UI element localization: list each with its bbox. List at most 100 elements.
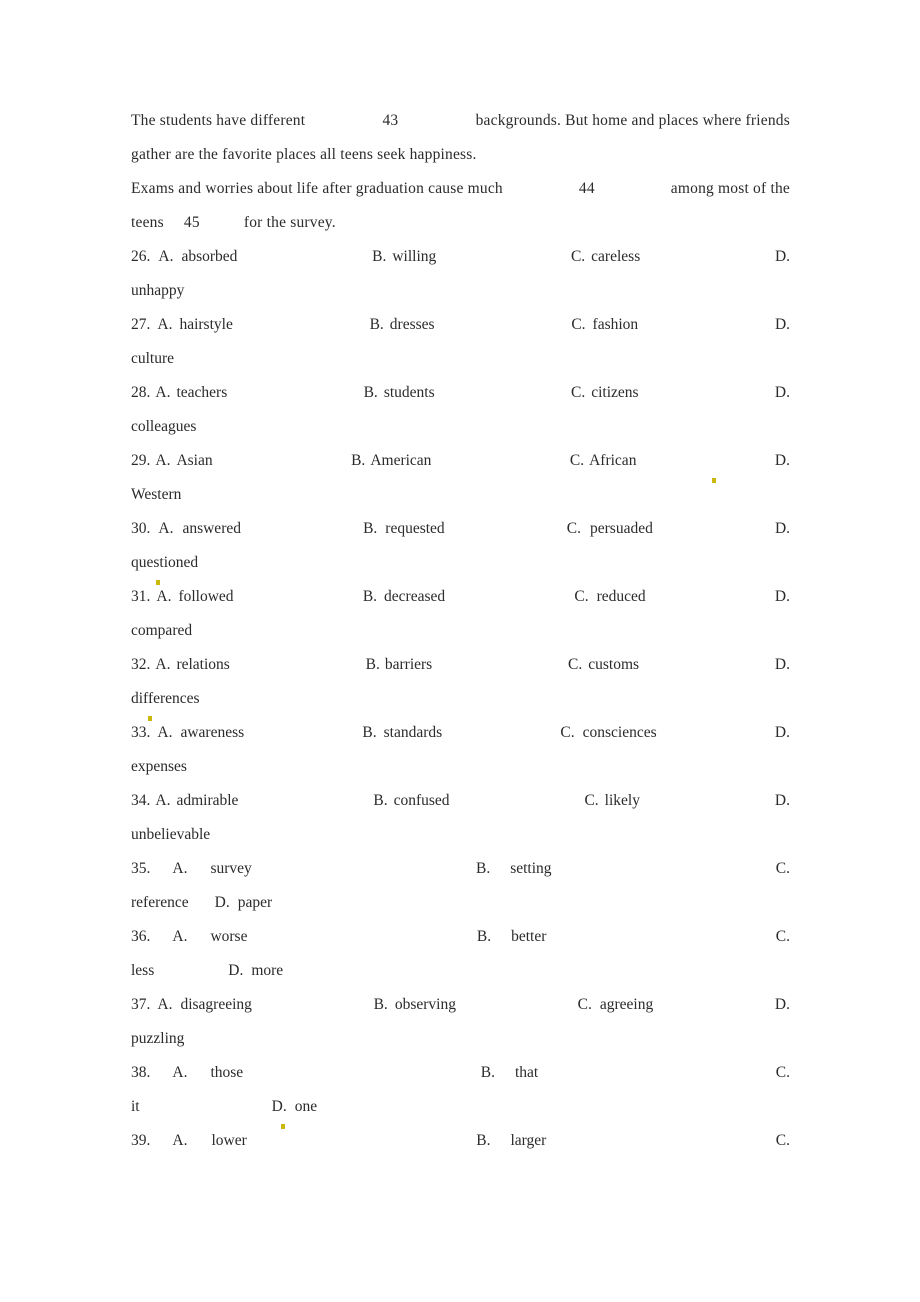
question-36-option-b-text[interactable]: better	[511, 920, 546, 954]
question-37-number: 37.	[131, 996, 151, 1013]
passage-line-1: The students have different 43 backgroun…	[131, 104, 790, 138]
question-38-option-b-text[interactable]: that	[515, 1056, 538, 1090]
question-35-option-c-text[interactable]: reference	[131, 894, 189, 911]
question-29-option-c-text[interactable]: African	[589, 444, 636, 478]
question-28-option-b-text[interactable]: students	[384, 376, 435, 410]
question-33-option-d-text[interactable]: expenses	[131, 750, 790, 784]
question-31-option-c-text[interactable]: reduced	[597, 580, 646, 614]
question-31-option-b-label: B.	[362, 588, 378, 605]
question-31-option-b-text[interactable]: decreased	[384, 580, 445, 614]
question-30-option-d-text[interactable]: questioned	[131, 546, 790, 580]
passage-blank-43: 43	[382, 112, 399, 129]
passage-line-4-part-1: teens	[131, 214, 164, 231]
question-32-option-a-text[interactable]: relations	[176, 648, 229, 682]
question-32-option-c-text[interactable]: customs	[588, 648, 639, 682]
question-35-option-d-text[interactable]: paper	[238, 894, 272, 911]
question-35-option-a-text[interactable]: survey	[210, 852, 251, 886]
question-35-option-c-label: C.	[775, 860, 790, 877]
question-28-option-d-text[interactable]: colleagues	[131, 410, 790, 444]
question-29-number: 29.	[131, 452, 151, 469]
question-27-option-b-text[interactable]: dresses	[390, 308, 435, 342]
question-38-option-a-text[interactable]: those	[210, 1056, 243, 1090]
question-35-option-b-text[interactable]: setting	[510, 852, 551, 886]
passage-line-3-part-1: Exams and worries about life after gradu…	[131, 180, 503, 197]
question-row-28: 28. A. teachers B. students C. citizens …	[131, 376, 790, 410]
question-row-34: 34. A. admirable B. confused C. likely D…	[131, 784, 790, 818]
question-28-option-a-text[interactable]: teachers	[176, 376, 227, 410]
question-row-32: 32. A. relations B. barriers C. customs …	[131, 648, 790, 682]
question-30-option-c-text[interactable]: persuaded	[590, 512, 653, 546]
question-27-option-d-text[interactable]: culture	[131, 342, 790, 376]
question-33-option-c-label: C.	[560, 724, 575, 741]
question-36-option-c-text[interactable]: less	[131, 962, 154, 979]
question-26-option-b-text[interactable]: willing	[392, 240, 436, 274]
question-38-number: 38.	[131, 1064, 151, 1081]
question-30-option-b-text[interactable]: requested	[385, 512, 444, 546]
question-38-option-a-label: A.	[172, 1064, 188, 1081]
question-33-option-a-text[interactable]: awareness	[180, 716, 244, 750]
question-38-option-d-text[interactable]: one	[295, 1098, 317, 1115]
question-29-option-a-text[interactable]: Asian	[176, 444, 212, 478]
question-34-option-a-text[interactable]: admirable	[176, 784, 238, 818]
question-28-option-c-text[interactable]: citizens	[591, 376, 638, 410]
question-34-option-c-label: C.	[584, 792, 599, 809]
question-37-option-a-text[interactable]: disagreeing	[180, 988, 251, 1022]
question-31-option-a-text[interactable]: followed	[178, 580, 233, 614]
scan-artifact-speck	[712, 478, 716, 483]
question-36-option-d-text[interactable]: more	[251, 962, 283, 979]
question-30-option-b-label: B.	[363, 520, 378, 537]
question-34-option-d-label: D.	[774, 792, 790, 809]
question-39-option-b-label: B.	[476, 1132, 491, 1149]
question-row-33: 33. A. awareness B. standards C. conscie…	[131, 716, 790, 750]
question-28-number: 28.	[131, 384, 151, 401]
question-39-option-a-text[interactable]: lower	[211, 1124, 246, 1158]
question-38-option-c-text[interactable]: it	[131, 1098, 140, 1115]
question-31-option-d-text[interactable]: compared	[131, 614, 790, 648]
question-32-number: 32.	[131, 656, 151, 673]
question-30-option-a-text[interactable]: answered	[182, 512, 241, 546]
question-39-option-b-text[interactable]: larger	[510, 1124, 546, 1158]
question-34-option-b-text[interactable]: confused	[394, 784, 450, 818]
question-37-option-c-text[interactable]: agreeing	[600, 988, 653, 1022]
question-27-number: 27.	[131, 316, 151, 333]
question-35-option-d-label: D.	[214, 894, 230, 911]
question-26-option-a-text[interactable]: absorbed	[181, 240, 237, 274]
question-29-option-b-text[interactable]: American	[370, 444, 431, 478]
question-26-option-c-text[interactable]: careless	[591, 240, 640, 274]
question-33-option-c-text[interactable]: consciences	[583, 716, 657, 750]
question-33-option-b-label: B.	[362, 724, 377, 741]
question-32-option-d-text[interactable]: differences	[131, 682, 790, 716]
question-29-option-d-text[interactable]: Western	[131, 478, 790, 512]
question-37-option-d-text[interactable]: puzzling	[131, 1022, 790, 1056]
question-32-option-b-text[interactable]: barriers	[385, 648, 432, 682]
question-27-option-a-text[interactable]: hairstyle	[179, 308, 232, 342]
question-33-option-d-label: D.	[774, 724, 790, 741]
question-36-option-d-label: D.	[228, 962, 244, 979]
scan-artifact-speck	[148, 716, 152, 721]
question-row-30: 30. A. answered B. requested C. persuade…	[131, 512, 790, 546]
question-row-35: 35. A. survey B. setting C.	[131, 852, 790, 886]
question-28-option-b-label: B.	[363, 384, 378, 401]
question-37-option-b-text[interactable]: observing	[395, 988, 456, 1022]
question-33-option-b-text[interactable]: standards	[384, 716, 443, 750]
question-row-27: 27. A. hairstyle B. dresses C. fashion D…	[131, 308, 790, 342]
question-34-option-c-text[interactable]: likely	[605, 784, 640, 818]
question-36-option-a-text[interactable]: worse	[210, 920, 247, 954]
question-26-option-d-label: D.	[774, 248, 791, 265]
question-26-option-d-text[interactable]: unhappy	[131, 274, 790, 308]
question-27-option-c-text[interactable]: fashion	[593, 308, 639, 342]
question-34-option-d-text[interactable]: unbelievable	[131, 818, 790, 852]
question-row-37: 37. A. disagreeing B. observing C. agree…	[131, 988, 790, 1022]
